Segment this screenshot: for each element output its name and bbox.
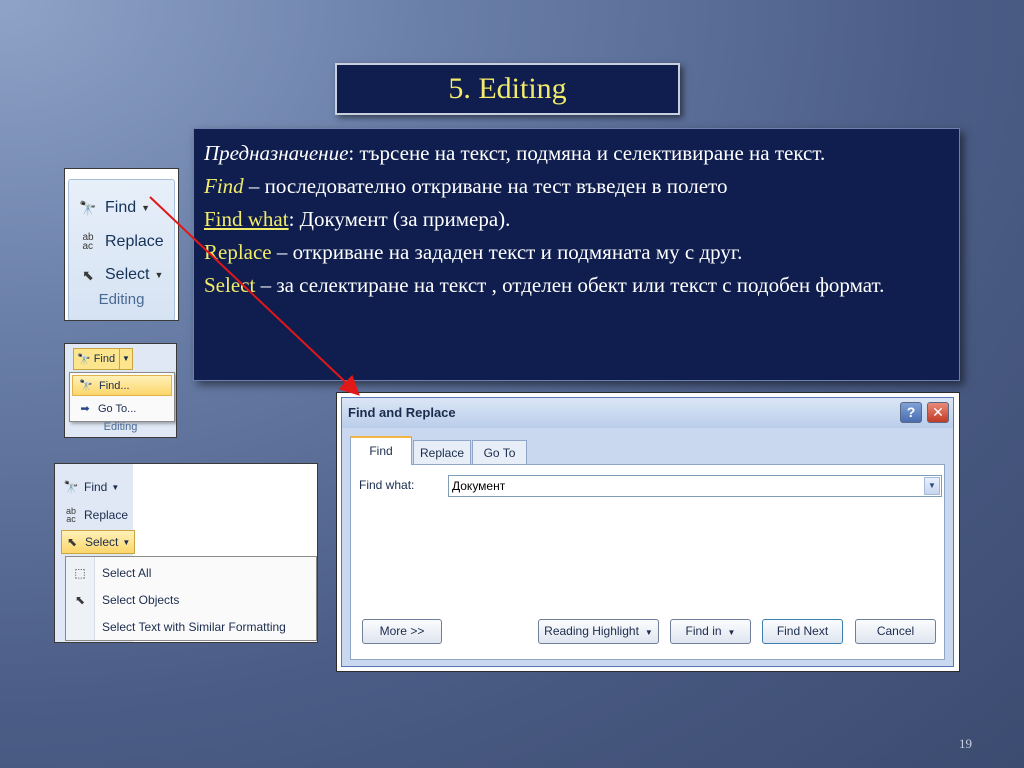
find-dropdown-menu: 🔭 Find... ➡ Go To... — [69, 372, 175, 422]
find-replace-dialog: Find and Replace ? ✕ Find Replace Go To … — [341, 397, 954, 667]
find-split-button[interactable]: 🔭 Find ▼ — [73, 348, 133, 370]
find-what-text: : Документ (за примера). — [288, 207, 511, 231]
cursor-icon: ⬉ — [82, 266, 94, 283]
dialog-frame: Find and Replace ? ✕ Find Replace Go To … — [336, 392, 960, 672]
find-in-button[interactable]: Find in ▼ — [670, 619, 751, 644]
find-next-button[interactable]: Find Next — [762, 619, 843, 644]
find-what-value: Документ — [452, 479, 506, 493]
find-dropdown-panel: 🔭 Find ▼ 🔭 Find... ➡ Go To... Editing — [64, 343, 177, 438]
select-dropdown-panel: 🔭 Find ▼ ab ac Replace ⬉ Select ▼ ⬚ Selec… — [54, 463, 318, 643]
more-button[interactable]: More >> — [362, 619, 442, 644]
menu-item-label: Select All — [102, 566, 152, 580]
binoculars-icon: 🔭 — [63, 480, 79, 494]
cancel-button[interactable]: Cancel — [855, 619, 936, 644]
chevron-down-icon: ▼ — [111, 482, 120, 492]
menu-item-label: Select Objects — [102, 593, 180, 607]
reading-highlight-label: Reading Highlight — [544, 624, 639, 638]
reading-highlight-button[interactable]: Reading Highlight ▼ — [538, 619, 659, 644]
find-in-label: Find in — [685, 624, 722, 638]
replace-icon: ab ac — [65, 506, 76, 524]
tab-replace[interactable]: Replace — [413, 440, 471, 465]
chevron-down-icon: ▼ — [141, 203, 151, 213]
find-text: – последователно откриване на тест въвед… — [243, 174, 728, 198]
replace-button-label: Replace — [84, 508, 129, 522]
dialog-title: Find and Replace — [348, 405, 456, 420]
term-find: Find — [204, 174, 244, 198]
select-button-label: Select — [105, 266, 150, 283]
replace-icon: ab ac — [82, 232, 94, 252]
menu-item-label: Go To... — [98, 402, 137, 415]
group-label: Editing — [98, 291, 145, 308]
menu-item-goto[interactable]: ➡ Go To... — [72, 398, 172, 419]
find-button-label: Find — [93, 353, 116, 365]
select-button-label: Select — [85, 535, 119, 549]
menu-item-label: Select Text with Similar Formatting — [102, 620, 286, 634]
editing-ribbon-group: 🔭 Find ▼ ab ac Replace ⬉ Select ▼ Editing — [64, 168, 179, 321]
menu-item-select-all[interactable]: ⬚ Select All — [66, 560, 316, 586]
select-button[interactable]: ⬉ Select ▼ — [77, 263, 163, 287]
chevron-down-icon: ▼ — [644, 628, 653, 637]
close-button[interactable]: ✕ — [927, 402, 949, 423]
find-what-label: Find what: — [359, 478, 415, 492]
group-label: Editing — [103, 421, 138, 433]
select-all-icon: ⬚ — [74, 566, 86, 580]
find-button[interactable]: 🔭 Find ▼ — [77, 196, 150, 220]
help-button[interactable]: ? — [900, 402, 922, 423]
dialog-body: Find what: Документ ▼ More >> Reading Hi… — [350, 464, 945, 660]
select-text: – за селектиране на текст , отделен обек… — [255, 273, 885, 297]
find-button-label: Find — [105, 199, 137, 216]
tab-goto[interactable]: Go To — [472, 440, 527, 465]
select-button[interactable]: ⬉ Select ▼ — [61, 530, 136, 554]
chevron-down-icon: ▼ — [122, 537, 131, 547]
replace-button[interactable]: ab ac Replace — [61, 504, 128, 526]
term-select: Select — [204, 273, 256, 297]
chevron-down-icon[interactable]: ▼ — [119, 349, 132, 369]
description-box: Предназначение: търсене на текст, подмян… — [193, 128, 960, 381]
editing-group-body: 🔭 Find ▼ ab ac Replace ⬉ Select ▼ Editing — [68, 179, 175, 320]
purpose-text: : търсене на текст, подмяна и селективир… — [348, 141, 826, 165]
menu-item-find[interactable]: 🔭 Find... — [72, 375, 172, 396]
page-number: 19 — [959, 736, 972, 751]
menu-item-label: Find... — [99, 379, 130, 392]
replace-button-label: Replace — [105, 233, 164, 250]
term-replace: Replace — [204, 240, 272, 264]
binoculars-icon: 🔭 — [79, 380, 93, 392]
cursor-icon: ⬉ — [66, 535, 78, 549]
chevron-down-icon: ▼ — [154, 270, 164, 280]
chevron-down-icon[interactable]: ▼ — [924, 477, 940, 495]
find-what-input[interactable]: Документ ▼ — [448, 475, 942, 497]
binoculars-icon: 🔭 — [77, 353, 91, 366]
term-purpose: Предназначение — [204, 141, 349, 165]
menu-item-select-objects[interactable]: ⬉ Select Objects — [66, 587, 316, 613]
arrow-right-icon: ➡ — [80, 403, 90, 415]
menu-item-select-similar[interactable]: Select Text with Similar Formatting — [66, 614, 316, 640]
find-button-label: Find — [84, 480, 108, 494]
tab-find[interactable]: Find — [350, 436, 412, 465]
replace-text: – откриване на зададен текст и подмяната… — [271, 240, 743, 264]
term-find-what: Find what — [204, 207, 289, 231]
chevron-down-icon: ▼ — [727, 628, 736, 637]
select-dropdown-menu: ⬚ Select All ⬉ Select Objects Select Tex… — [65, 556, 317, 641]
find-button[interactable]: 🔭 Find ▼ — [61, 476, 120, 498]
dialog-titlebar[interactable]: Find and Replace — [342, 398, 953, 428]
replace-button[interactable]: ab ac Replace — [77, 230, 164, 254]
slide-title: 5. Editing — [335, 63, 680, 115]
cursor-icon: ⬉ — [74, 593, 86, 607]
binoculars-icon: 🔭 — [79, 199, 97, 216]
